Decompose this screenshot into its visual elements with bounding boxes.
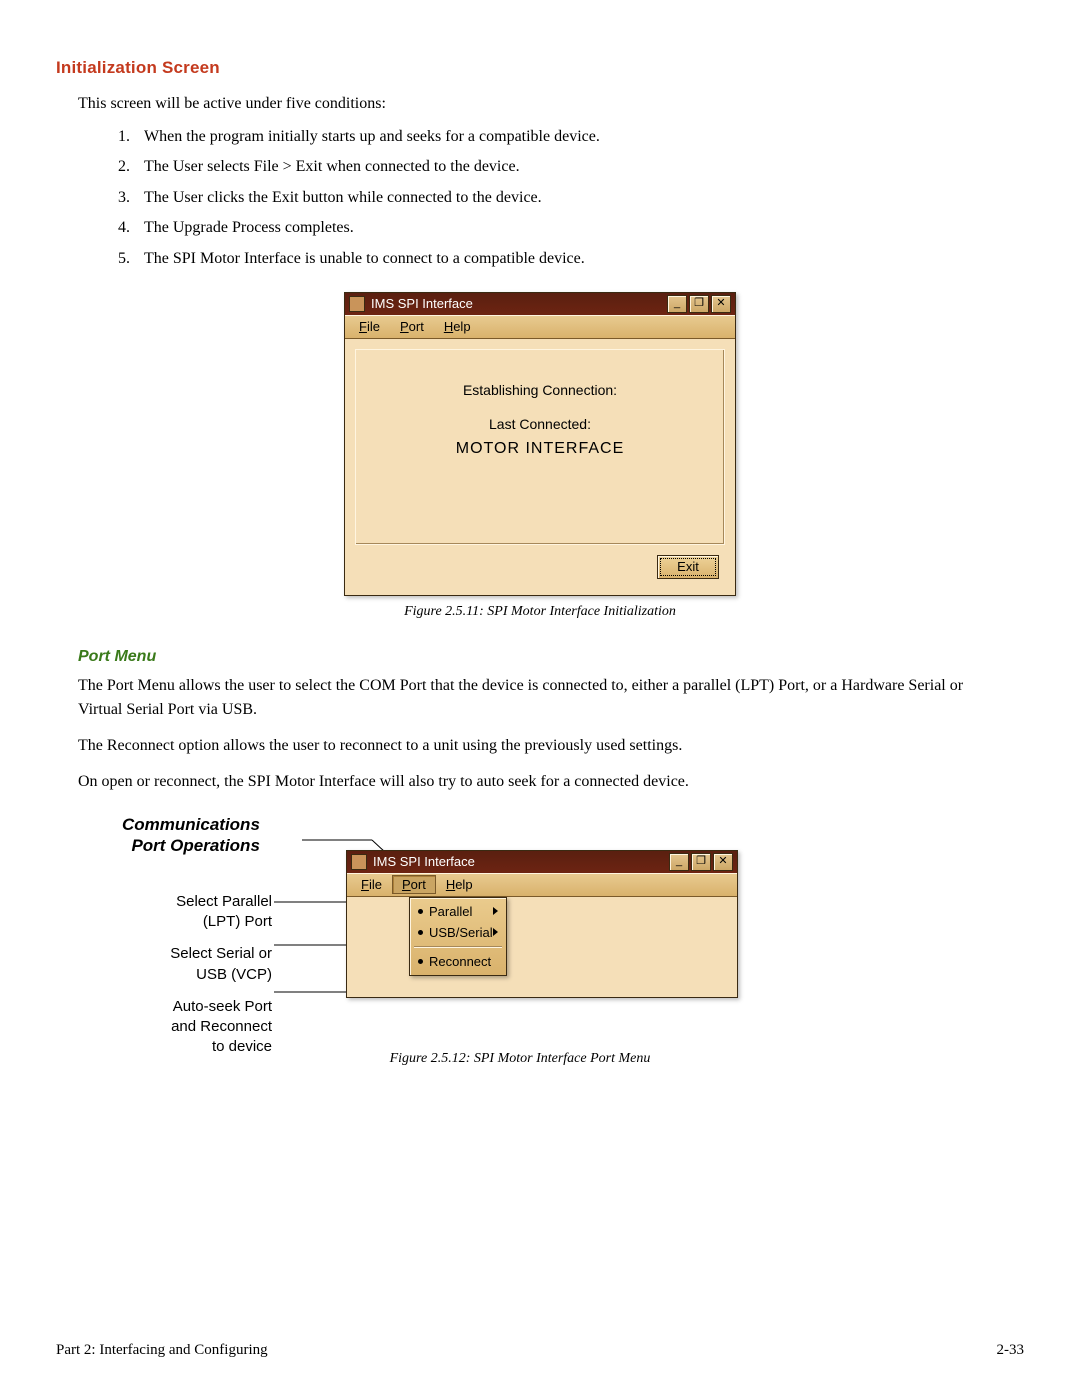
menu-port[interactable]: Port <box>392 875 436 894</box>
menubar: File Port Help <box>347 873 737 897</box>
callout-parallel: Select Parallel (LPT) Port <box>140 892 272 933</box>
minimize-button[interactable]: _ <box>667 295 687 313</box>
close-button[interactable]: ✕ <box>713 853 733 871</box>
menubar: File Port Help <box>345 315 735 339</box>
callout-serial: Select Serial or USB (VCP) <box>140 944 272 985</box>
condition-item: The User clicks the Exit button while co… <box>134 183 1024 213</box>
conditions-list: When the program initially starts up and… <box>134 122 1024 274</box>
submenu-arrow-icon <box>493 907 498 915</box>
callout-title: Communications Port Operations <box>122 814 260 857</box>
condition-item: When the program initially starts up and… <box>134 122 1024 152</box>
paragraph: The Reconnect option allows the user to … <box>78 734 1002 758</box>
status-line-1: Establishing Connection: <box>356 382 724 398</box>
app-icon <box>349 296 365 312</box>
menu-file-label: ile <box>369 877 382 892</box>
paragraph: The Port Menu allows the user to select … <box>78 674 1002 722</box>
menu-separator <box>414 946 502 948</box>
callout-reconnect: Auto-seek Port and Reconnect to device <box>140 997 272 1058</box>
section-heading: Initialization Screen <box>56 58 1024 78</box>
page-footer: Part 2: Interfacing and Configuring 2-33 <box>56 1342 1024 1359</box>
figure-2: Communications Port Operations Select Pa… <box>116 820 1024 1045</box>
bullet-icon <box>418 909 423 914</box>
window-title: IMS SPI Interface <box>373 854 669 869</box>
menu-port-label: ort <box>411 877 426 892</box>
footer-left: Part 2: Interfacing and Configuring <box>56 1342 268 1359</box>
init-window: IMS SPI Interface _ ❐ ✕ File Port Help E… <box>344 292 736 596</box>
status-panel: Establishing Connection: Last Connected:… <box>355 349 725 545</box>
submenu-arrow-icon <box>493 928 498 936</box>
bullet-icon <box>418 959 423 964</box>
menu-port-label: ort <box>409 319 424 334</box>
maximize-button[interactable]: ❐ <box>689 295 709 313</box>
menu-file[interactable]: File <box>351 875 392 894</box>
titlebar[interactable]: IMS SPI Interface _ ❐ ✕ <box>345 293 735 315</box>
maximize-button[interactable]: ❐ <box>691 853 711 871</box>
menu-file[interactable]: File <box>349 317 390 336</box>
footer-right: 2-33 <box>997 1342 1025 1359</box>
close-button[interactable]: ✕ <box>711 295 731 313</box>
port-option-usbserial[interactable]: USB/Serial <box>410 922 506 943</box>
port-option-parallel[interactable]: Parallel <box>410 901 506 922</box>
port-dropdown: Parallel USB/Serial Reconnect <box>409 897 507 976</box>
menu-help[interactable]: Help <box>434 317 481 336</box>
minimize-button[interactable]: _ <box>669 853 689 871</box>
port-option-reconnect[interactable]: Reconnect <box>410 951 506 972</box>
menu-help-label: elp <box>455 877 472 892</box>
status-line-3: MOTOR INTERFACE <box>356 440 724 458</box>
subsection-heading: Port Menu <box>78 648 1024 666</box>
port-menu-window: IMS SPI Interface _ ❐ ✕ File Port Help P… <box>346 850 738 998</box>
menu-help-label: elp <box>453 319 470 334</box>
status-line-2: Last Connected: <box>356 416 724 432</box>
bullet-icon <box>418 930 423 935</box>
condition-item: The SPI Motor Interface is unable to con… <box>134 244 1024 274</box>
window-title: IMS SPI Interface <box>371 296 667 311</box>
menu-file-label: ile <box>367 319 380 334</box>
condition-item: The Upgrade Process completes. <box>134 213 1024 243</box>
condition-item: The User selects File > Exit when connec… <box>134 152 1024 182</box>
titlebar[interactable]: IMS SPI Interface _ ❐ ✕ <box>347 851 737 873</box>
intro-text: This screen will be active under five co… <box>78 92 1024 116</box>
figure-caption-1: Figure 2.5.11: SPI Motor Interface Initi… <box>56 604 1024 620</box>
app-icon <box>351 854 367 870</box>
menu-help[interactable]: Help <box>436 875 483 894</box>
exit-button[interactable]: Exit <box>657 555 719 579</box>
paragraph: On open or reconnect, the SPI Motor Inte… <box>78 770 1002 794</box>
menu-port[interactable]: Port <box>390 317 434 336</box>
